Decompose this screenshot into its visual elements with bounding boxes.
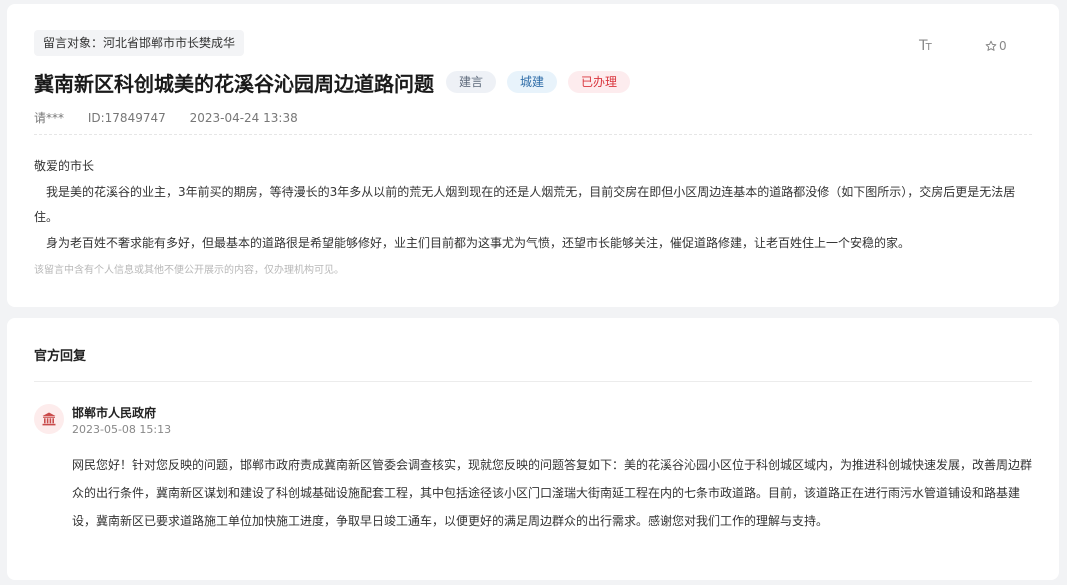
divider	[34, 134, 1032, 135]
message-id: ID:17849747	[87, 111, 166, 125]
divider	[34, 381, 1032, 382]
reply-card: 官方回复 邯郸市人民政府 2023-05-08 15:13 网民您好！针对您反映…	[7, 318, 1059, 580]
government-building-icon	[42, 412, 56, 426]
privacy-note: 该留言中含有个人信息或其他不便公开展示的内容，仅办理机构可见。	[34, 265, 344, 276]
favorite-count: 0	[999, 39, 1007, 53]
page-title: 冀南新区科创城美的花溪谷沁园周边道路问题	[34, 71, 434, 96]
message-paragraph: 我是美的花溪谷的业主，3年前买的期房，等待漫长的3年多从以前的荒无人烟到现在的还…	[34, 184, 1016, 225]
reply-section-title: 官方回复	[34, 349, 87, 364]
message-date: 2023-04-24 13:38	[189, 111, 298, 125]
author-name: 请***	[34, 111, 65, 125]
category-badge: 城建	[507, 71, 558, 93]
message-body: 敬爱的市长 我是美的花溪谷的业主，3年前买的期房，等待漫长的3年多从以前的荒无人…	[34, 154, 1039, 256]
type-badge: 建言	[446, 71, 497, 93]
message-meta: 请*** ID:17849747 2023-04-24 13:38	[34, 109, 318, 126]
reply-text: 网民您好！针对您反映的问题，邯郸市政府责成冀南新区管委会调查核实，现就您反映的问…	[72, 458, 1033, 528]
title-row: 冀南新区科创城美的花溪谷沁园周边道路问题 建言 城建 已办理	[34, 67, 631, 97]
message-greeting: 敬爱的市长	[34, 159, 95, 173]
reply-time: 2023-05-08 15:13	[72, 423, 172, 436]
message-paragraph: 身为老百姓不奢求能有多好，但最基本的道路很是希望能够修好，业主们目前都为这事尤为…	[34, 235, 911, 250]
avatar	[34, 404, 64, 434]
reply-department: 邯郸市人民政府	[72, 406, 157, 420]
message-target: 留言对象：河北省邯郸市市长樊成华	[34, 30, 245, 56]
status-badge: 已办理	[568, 71, 631, 93]
message-card: 留言对象：河北省邯郸市市长樊成华 TT 0 冀南新区科创城美的花溪谷沁园周边道路…	[7, 4, 1059, 307]
star-icon	[985, 40, 997, 51]
favorite-button[interactable]: 0	[985, 36, 1007, 56]
font-size-icon[interactable]: TT	[919, 36, 939, 56]
